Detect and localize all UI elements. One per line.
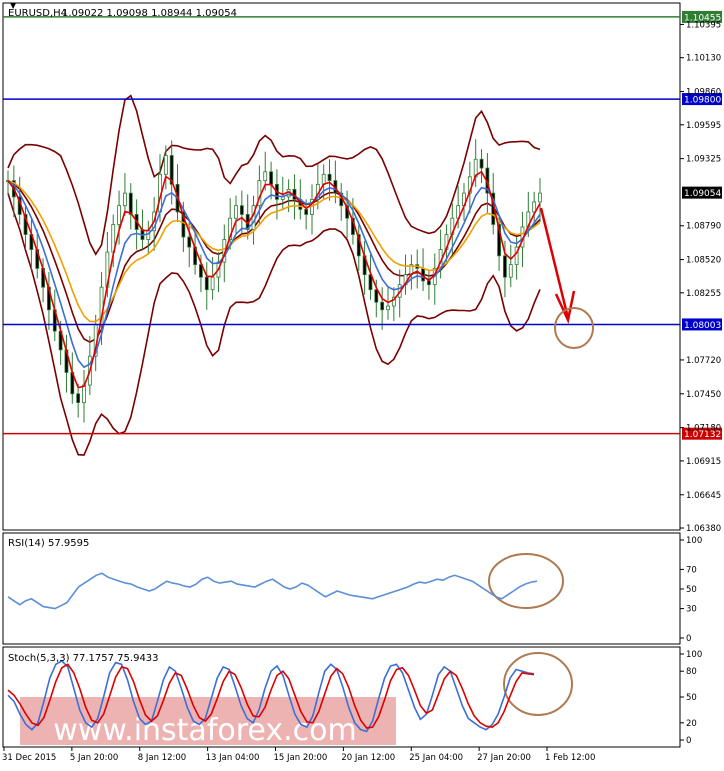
time-tick-label: 13 Jan 04:00 (206, 753, 260, 763)
candle-body (374, 289, 379, 303)
stoch-tick-label: 100 (686, 650, 702, 660)
level-tag-label: 1.08003 (684, 321, 721, 331)
price-tick-label: 1.09860 (686, 88, 721, 98)
price-tick-label: 1.08520 (686, 256, 721, 266)
time-tick-label: 8 Jan 12:00 (138, 753, 186, 763)
candle-body (304, 209, 309, 215)
stoch-tick-label: 50 (686, 693, 697, 703)
time-tick-label: 20 Jan 12:00 (341, 753, 395, 763)
price-tick-label: 1.06645 (686, 491, 721, 501)
rsi-tick-label: 50 (686, 585, 697, 595)
candle-body (239, 205, 244, 215)
time-tick-label: 27 Jan 20:00 (477, 753, 531, 763)
candle-body (321, 173, 326, 185)
candle-body (210, 276, 215, 291)
price-tick-label: 1.07450 (686, 390, 721, 400)
level-tag-label: 1.09054 (684, 189, 721, 199)
time-axis: 31 Dec 2015 5 Jan 20:00 8 Jan 12:00 13 Jan … (2, 747, 595, 763)
candle-body (204, 276, 209, 291)
candle-body (82, 384, 86, 403)
candle-body (269, 171, 273, 185)
price-tick-label: 1.06915 (686, 457, 721, 467)
time-tick-label: 25 Jan 04:00 (409, 753, 463, 763)
stoch-label: Stoch(5,3,3) 77.1757 75.9433 (8, 653, 159, 664)
sub-axes: 100 70 50 30 0 100 80 50 20 0 (680, 536, 702, 746)
price-tick-label: 1.07180 (686, 424, 721, 434)
price-tick-label: 1.06380 (686, 524, 721, 534)
stoch-tick-label: 0 (686, 736, 691, 746)
price-tick-label: 1.10395 (686, 20, 721, 30)
candle-body (508, 264, 513, 278)
rsi-tick-label: 0 (686, 634, 691, 644)
ohlc-label: 1.09022 1.09098 1.08944 1.09054 (62, 8, 237, 19)
time-tick-label: 31 Dec 2015 (2, 753, 56, 763)
rsi-pane[interactable] (2, 532, 681, 645)
candle-body (123, 192, 127, 207)
symbol-label: EURUSD,H4 (8, 8, 67, 19)
time-tick-label: 5 Jan 20:00 (70, 753, 118, 763)
price-tick-label: 1.08255 (686, 289, 721, 299)
price-tick-label: 1.07720 (686, 356, 721, 366)
header-arrow-icon: ▼ (10, 1, 17, 10)
time-tick-label: 1 Feb 12:00 (545, 753, 595, 763)
candle-body (427, 280, 431, 286)
stoch-tick-label: 20 (686, 719, 697, 729)
price-axis: 1.10395 1.10130 1.09860 1.09595 1.09325 1.087… (680, 20, 721, 534)
rsi-tick-label: 30 (686, 605, 697, 615)
candle-body (128, 192, 133, 215)
price-tick-label: 1.08790 (686, 222, 721, 232)
candle-body (380, 301, 385, 311)
candle-body (327, 173, 332, 181)
candle-body (532, 201, 537, 213)
chart-window: www.instaforex.com 1.10455 1.09800 1.09054… (0, 0, 724, 767)
rsi-tick-label: 70 (686, 565, 697, 575)
watermark: www.instaforex.com (20, 697, 396, 748)
candle-body (163, 155, 168, 175)
candle-body (76, 393, 81, 403)
candle-body (503, 255, 507, 278)
candle-body (187, 236, 192, 248)
candle-body (234, 205, 238, 219)
candle-body (117, 205, 121, 225)
candle-body (263, 171, 268, 181)
rsi-tick-label: 100 (686, 536, 702, 546)
stoch-tick-label: 80 (686, 667, 697, 677)
price-tick-label: 1.10130 (686, 54, 721, 64)
rsi-label: RSI(14) 57.9595 (8, 538, 89, 549)
price-tick-label: 1.09325 (686, 155, 721, 165)
candle-body (538, 192, 542, 203)
main-price-pane[interactable] (2, 2, 681, 531)
price-tick-label: 1.09595 (686, 121, 721, 131)
candle-body (479, 158, 484, 169)
candle-body (386, 305, 390, 311)
time-tick-label: 15 Jan 20:00 (274, 753, 328, 763)
chart-canvas[interactable]: www.instaforex.com 1.104551.098001.09054… (0, 0, 724, 767)
